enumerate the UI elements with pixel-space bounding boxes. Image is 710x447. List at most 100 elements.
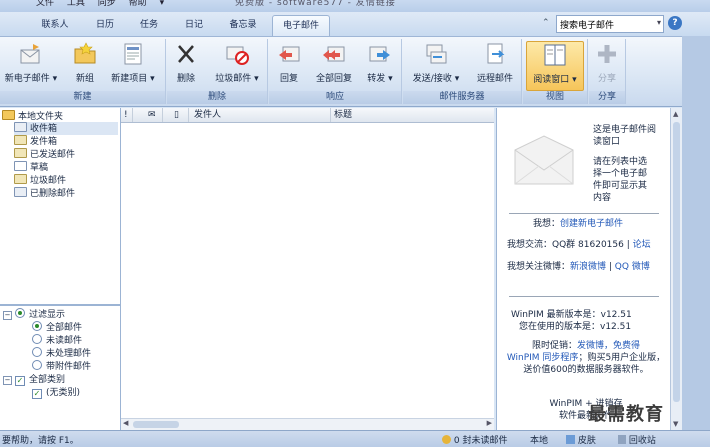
filter-header[interactable]: − 过滤显示	[3, 308, 65, 321]
help-icon[interactable]: ?	[668, 16, 682, 30]
envelope-icon	[514, 135, 574, 185]
create-email-link[interactable]: 创建新电子邮件	[560, 219, 623, 229]
menu-sync[interactable]: 同步	[98, 0, 116, 8]
column-read-icon[interactable]: ✉	[145, 108, 163, 122]
search-dropdown-icon[interactable]: ▾	[657, 18, 661, 27]
reply-button[interactable]: 回复	[271, 41, 307, 84]
forum-link[interactable]: 论坛	[633, 240, 651, 250]
collapse-icon[interactable]: −	[3, 311, 12, 320]
new-item-button[interactable]: 新建项目 ▾	[106, 41, 160, 84]
local-mode[interactable]: 本地	[530, 433, 548, 446]
tab-notes[interactable]: 备忘录	[220, 15, 266, 35]
ribbon-group-delete: 删除 垃圾邮件 ▾ 删除	[167, 39, 268, 104]
scroll-up-icon[interactable]: ▲	[673, 110, 678, 118]
tab-contacts[interactable]: 联系人	[32, 15, 78, 35]
ribbon-group-share: 分享 分享	[589, 39, 626, 104]
send-receive-button[interactable]: 发送/接收 ▾	[405, 41, 467, 84]
reply-icon	[279, 46, 300, 62]
ribbon-group-respond: 回复 全部回复 转发 ▾ 响应	[269, 39, 402, 104]
column-header: ! ✉ ▯ 发件人 标题	[121, 108, 494, 123]
tab-journal[interactable]: 日记	[176, 15, 212, 35]
folder-drafts[interactable]: 草稿	[14, 161, 48, 174]
sina-weibo-link[interactable]: 新浪微博	[570, 262, 606, 272]
filter-pane: − 过滤显示 全部邮件 未读邮件 未处理邮件 带附件邮件 − ✓ 全部类别 ✓ (无类别…	[0, 304, 121, 432]
current-version-text: 您在使用的版本是：v12.51	[519, 322, 632, 332]
filter-option-all[interactable]: 全部邮件	[32, 321, 82, 334]
folder-outbox[interactable]: 发件箱	[14, 135, 57, 148]
delete-button[interactable]: 删除	[171, 41, 201, 84]
sync-program-link[interactable]: WinPIM 同步程序	[507, 353, 579, 363]
menu-file[interactable]: 文件	[36, 0, 54, 8]
chat-line: 我想交流：QQ群 81620156 | 论坛	[507, 240, 651, 250]
ribbon-group-title: 新建	[0, 91, 165, 104]
quick-access-dropdown[interactable]: ▾	[160, 0, 165, 8]
scroll-thumb[interactable]	[133, 421, 179, 428]
remote-mail-button[interactable]: 远程邮件	[471, 41, 519, 84]
junk-mail-button[interactable]: 垃圾邮件 ▾	[209, 41, 265, 84]
new-email-button[interactable]: 新电子邮件 ▾	[0, 41, 62, 84]
radio-selected-icon	[32, 321, 42, 331]
menu-tools[interactable]: 工具	[67, 0, 85, 8]
reading-pane-icon	[544, 44, 566, 66]
inbox-icon	[14, 122, 27, 132]
reply-all-button[interactable]: 全部回复	[309, 41, 359, 84]
qq-weibo-link[interactable]: QQ 微博	[615, 262, 650, 272]
folder-icon	[74, 42, 96, 64]
scroll-left-icon[interactable]: ◀	[123, 419, 128, 427]
column-attachment-icon[interactable]: ▯	[171, 108, 189, 122]
scroll-down-icon[interactable]: ▼	[673, 420, 678, 428]
column-sender[interactable]: 发件人	[191, 108, 331, 122]
menu-help[interactable]: 帮助	[129, 0, 147, 8]
collapse-icon[interactable]: −	[3, 376, 12, 385]
checkbox-checked-icon[interactable]: ✓	[15, 376, 25, 386]
filter-toggle-icon	[15, 308, 25, 318]
folder-junk[interactable]: 垃圾邮件	[14, 174, 66, 187]
folder-sent[interactable]: 已发送邮件	[14, 148, 75, 161]
search-box[interactable]: ▾	[556, 15, 664, 33]
divider	[509, 296, 659, 297]
folder-deleted[interactable]: 已删除邮件	[14, 187, 75, 200]
column-subject[interactable]: 标题	[331, 108, 494, 122]
recycle-bin-icon	[618, 435, 626, 444]
skin-button[interactable]: 皮肤	[566, 433, 596, 446]
trash-icon	[14, 187, 27, 197]
recycle-bin-button[interactable]: 回收站	[618, 433, 656, 446]
mail-list: ! ✉ ▯ 发件人 标题 ◀ ▶	[121, 108, 494, 430]
category-header[interactable]: − ✓ 全部类别	[3, 374, 65, 387]
column-flag[interactable]: !	[121, 108, 133, 122]
new-group-button[interactable]: 新组	[70, 41, 100, 84]
scroll-right-icon[interactable]: ▶	[487, 419, 492, 427]
category-none[interactable]: ✓ (无类别)	[32, 387, 80, 400]
follow-line: 我想关注微博：新浪微博 | QQ 微博	[507, 262, 650, 272]
divider	[509, 213, 659, 214]
reading-pane: 这是电子邮件阅读窗口 请在列表中选择一个电子邮件即可显示其内容 我想：创建新电子…	[496, 108, 671, 430]
ribbon-group-title: 删除	[167, 91, 267, 104]
title-bar: 文件 工具 同步 帮助 ▾ 免费版 - software577 - 友情链接	[0, 0, 710, 12]
promo-weibo-link[interactable]: 发微博，免费得	[577, 341, 640, 351]
filter-option-unread[interactable]: 未读邮件	[32, 334, 82, 347]
idea-line: 我想：创建新电子邮件	[533, 219, 624, 229]
forward-icon	[369, 46, 390, 62]
folder-inbox[interactable]: 收件箱	[14, 122, 118, 135]
junk-icon	[14, 174, 27, 184]
search-collapse-icon[interactable]: ⌃	[542, 18, 550, 28]
sent-icon	[14, 148, 27, 158]
radio-icon	[32, 360, 42, 370]
checkbox-checked-icon[interactable]: ✓	[32, 389, 42, 399]
reading-pane-button[interactable]: 阅读窗口 ▾	[526, 41, 584, 91]
folder-icon	[2, 110, 15, 120]
share-button[interactable]: 分享	[592, 41, 622, 84]
ribbon: 新电子邮件 ▾ 新组 新建项目 ▾ 新建 删除 垃圾邮件 ▾ 删除 回复 全部回…	[0, 37, 710, 107]
radio-icon	[32, 347, 42, 357]
tab-email[interactable]: 电子邮件	[272, 15, 330, 36]
filter-option-unhandled[interactable]: 未处理邮件	[32, 347, 91, 360]
tab-calendar[interactable]: 日历	[86, 15, 124, 35]
forward-button[interactable]: 转发 ▾	[361, 41, 399, 84]
unread-icon	[442, 435, 451, 444]
search-input[interactable]	[557, 16, 647, 32]
horizontal-scrollbar[interactable]: ◀ ▶	[121, 418, 494, 430]
filter-option-attachments[interactable]: 带附件邮件	[32, 360, 91, 373]
tab-tasks[interactable]: 任务	[132, 15, 166, 35]
scroll-thumb[interactable]	[673, 122, 680, 402]
ribbon-group-title: 响应	[269, 91, 401, 104]
